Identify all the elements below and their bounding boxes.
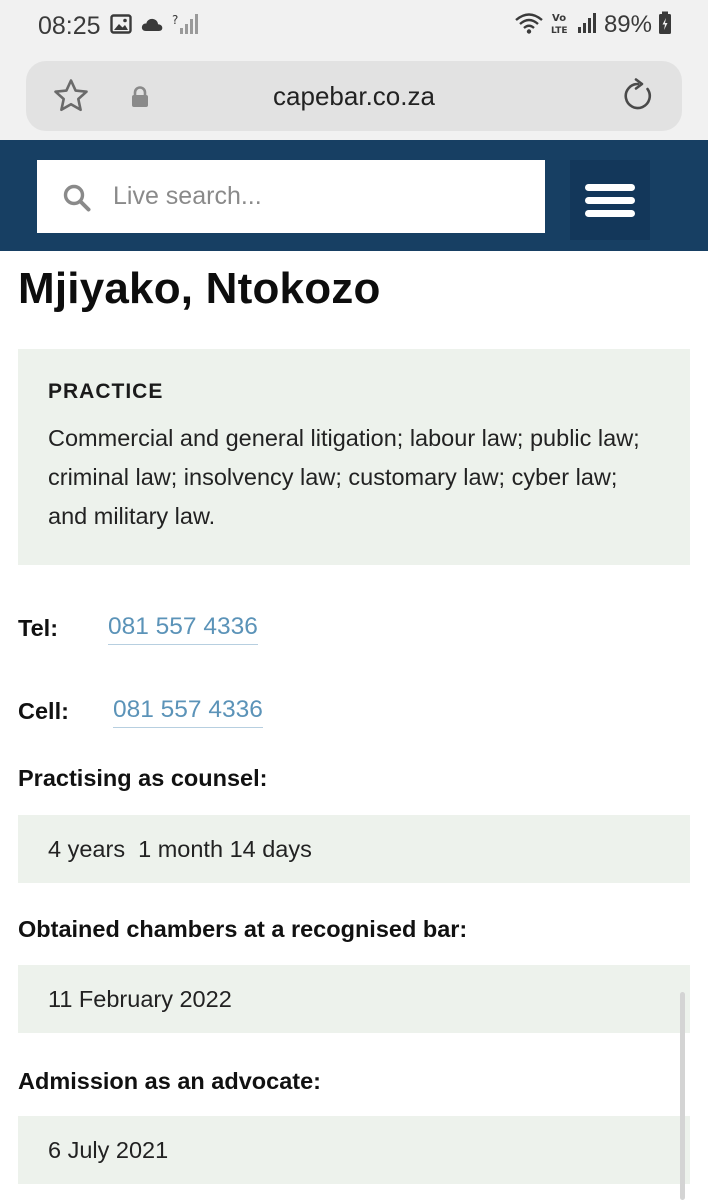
battery-icon — [658, 11, 672, 40]
svg-text:LTE: LTE — [551, 26, 568, 36]
search-box[interactable] — [37, 160, 545, 233]
status-icons-right: Vo LTE 89% — [514, 10, 672, 40]
browser-toolbar: capebar.co.za — [0, 52, 708, 140]
lock-icon[interactable] — [130, 86, 150, 108]
no-signal-icon: ? — [172, 12, 198, 41]
cell-label: Cell: — [18, 698, 69, 724]
tel-link[interactable]: 081 557 4336 — [108, 612, 258, 645]
wifi-icon — [514, 11, 544, 40]
volte-icon: Vo LTE — [550, 10, 572, 41]
admission-value: 6 July 2021 — [18, 1116, 690, 1184]
star-icon[interactable] — [52, 77, 90, 115]
svg-text:?: ? — [172, 13, 178, 27]
status-icons-left: ? — [110, 12, 198, 41]
practice-heading: PRACTICE — [48, 380, 164, 403]
battery-percentage: 89% — [603, 11, 652, 38]
practising-label: Practising as counsel: — [18, 765, 268, 791]
practice-panel: PRACTICE Commercial and general litigati… — [18, 349, 690, 565]
gallery-icon — [110, 13, 132, 40]
tel-label: Tel: — [18, 615, 59, 641]
search-input[interactable] — [113, 160, 533, 233]
menu-icon-bar-bottom — [585, 210, 635, 217]
status-time: 08:25 — [38, 12, 101, 40]
chambers-label: Obtained chambers at a recognised bar: — [18, 916, 468, 942]
practising-value: 4 years 1 month 14 days — [18, 815, 690, 883]
chambers-value: 11 February 2022 — [18, 965, 690, 1033]
cell-link[interactable]: 081 557 4336 — [113, 695, 263, 728]
scrollbar[interactable] — [680, 992, 685, 1200]
search-icon — [63, 184, 91, 212]
practice-areas-text: Commercial and general litigation; labou… — [48, 425, 640, 529]
cloud-icon — [140, 13, 164, 40]
menu-icon-bar-middle — [585, 197, 635, 204]
site-header — [0, 140, 708, 251]
svg-text:Vo: Vo — [552, 13, 566, 24]
hamburger-menu-button[interactable] — [570, 160, 650, 240]
status-bar: 08:25 ? Vo LTE 89% — [0, 0, 708, 52]
address-bar[interactable]: capebar.co.za — [26, 61, 682, 131]
url-text[interactable]: capebar.co.za — [26, 61, 682, 131]
page-title: Mjiyako, Ntokozo — [18, 264, 381, 313]
admission-label: Admission as an advocate: — [18, 1068, 321, 1094]
signal-icon — [577, 12, 598, 39]
reload-icon[interactable] — [620, 78, 656, 114]
menu-icon-bar-top — [585, 184, 635, 191]
